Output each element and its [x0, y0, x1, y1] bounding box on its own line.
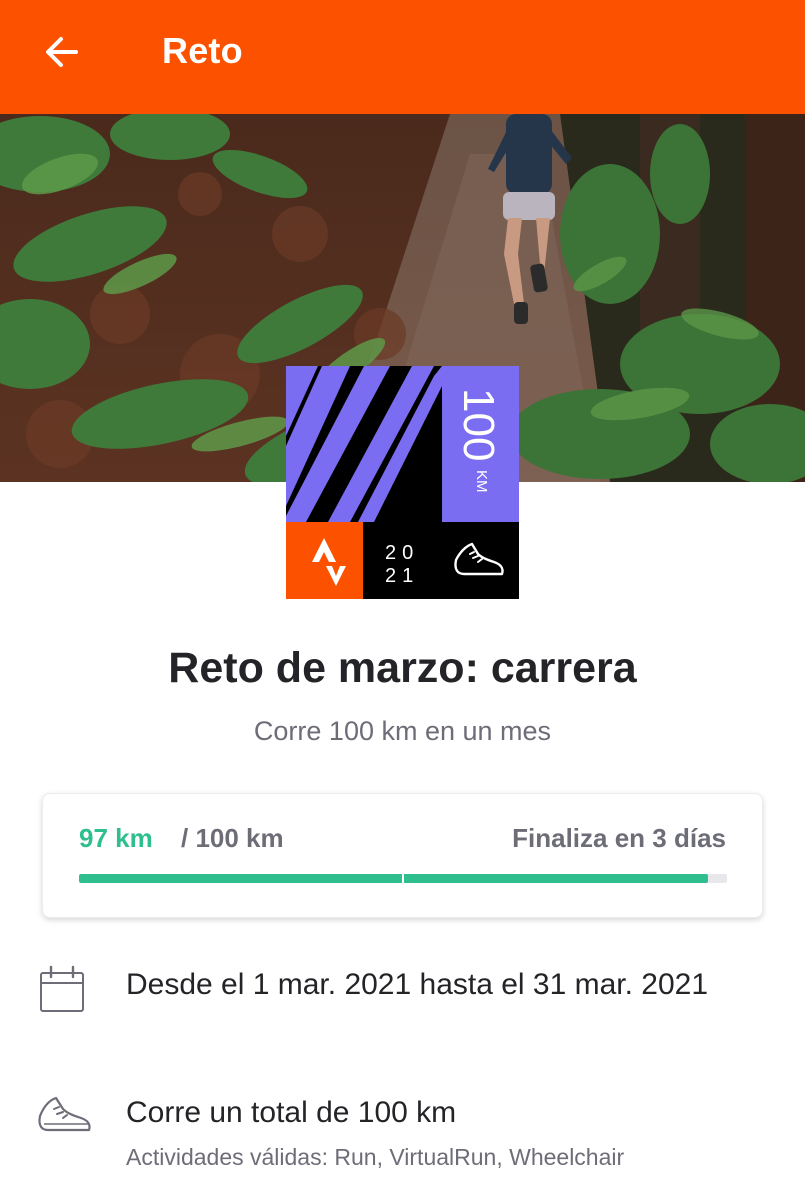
badge-year-top: 20 — [385, 542, 419, 564]
badge-distance-unit: KM — [473, 470, 490, 493]
challenge-badge: 100 KM 20 21 — [286, 366, 519, 599]
progress-card: 97 km / 100 km Finaliza en 3 días — [42, 793, 763, 918]
valid-activities: Actividades válidas: Run, VirtualRun, Wh… — [126, 1144, 625, 1170]
challenge-title: Reto de marzo: carrera — [168, 644, 637, 692]
back-button[interactable] — [34, 26, 90, 78]
badge-distance-value: 100 — [454, 388, 503, 461]
running-shoe-icon — [38, 1096, 91, 1132]
progress-completed: 97 km — [79, 823, 153, 853]
goal-text: Corre un total de 100 km — [126, 1096, 457, 1129]
progress-bar-fill — [79, 874, 708, 883]
progress-goal: / 100 km — [181, 823, 284, 853]
dates-text: Desde el 1 mar. 2021 hasta el 31 mar. 20… — [126, 968, 709, 1001]
page-title: Reto — [162, 30, 243, 71]
progress-ends: Finaliza en 3 días — [512, 823, 726, 853]
badge-year-bottom: 21 — [385, 565, 419, 587]
calendar-icon — [40, 965, 84, 1012]
progress-bar-midpoint — [402, 873, 404, 884]
app-bar: Reto — [0, 0, 805, 114]
arrow-left-icon — [46, 37, 78, 67]
challenge-subtitle: Corre 100 km en un mes — [253, 716, 552, 746]
